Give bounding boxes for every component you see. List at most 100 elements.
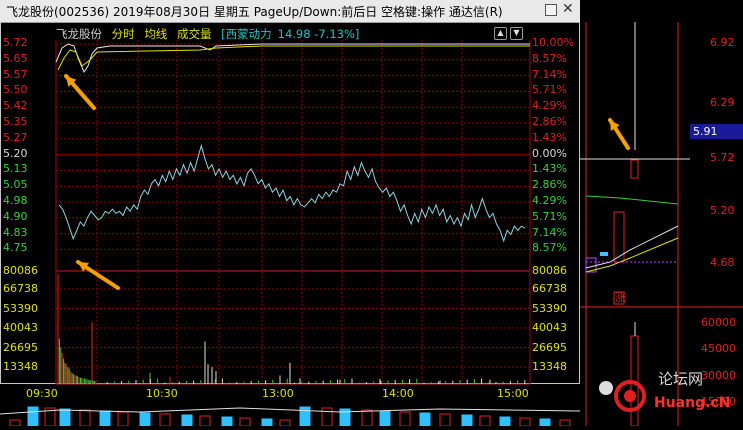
watermark-logo: 论坛网 Huang.cN: [596, 366, 743, 426]
candle: [600, 252, 608, 256]
bottom-volume-bar: [181, 414, 193, 426]
legend-ximeng-value: 14.98 -7.13%]: [277, 27, 360, 41]
bottom-volume-bar: [479, 415, 491, 426]
price-tick-label: 5.65: [3, 51, 28, 65]
kline-price-label: 6.92: [710, 36, 735, 49]
pct-tick-label: 7.14%: [532, 225, 567, 239]
time-tick-label: 10:30: [146, 387, 178, 400]
volume-tick-label: 40043: [3, 321, 38, 334]
volume-tick-label: 66738: [532, 282, 567, 295]
pct-tick-label: 2.86%: [532, 115, 567, 128]
pct-tick-label: 2.86%: [532, 178, 567, 192]
price-tick-label: 5.42: [3, 99, 28, 113]
time-tick-label: 09:30: [26, 387, 58, 400]
volume-tick-label: 40043: [532, 321, 567, 334]
overlay-line: [55, 43, 530, 74]
kline-current-price: 5.91: [693, 125, 718, 138]
bottom-volume-bar: [239, 417, 251, 426]
volume-tick-label: 53390: [3, 301, 38, 315]
ma-line: [585, 195, 679, 205]
ma-line: [585, 237, 679, 273]
pct-tick-label: 8.57%: [532, 241, 567, 255]
chart-legend: 飞龙股份 分时 均线 成交量 [西蒙动力 14.98 -7.13%]: [56, 26, 365, 42]
pct-tick-label: 4.29%: [532, 194, 567, 207]
pct-tick-label: 10.00%: [532, 36, 574, 49]
price-tick-label: 5.72: [3, 36, 28, 49]
bottom-volume-bar: [539, 418, 551, 426]
time-tick-label: 14:00: [382, 387, 414, 400]
bottom-volume-bar: [9, 419, 21, 426]
volume-tick-label: 13348: [3, 360, 38, 373]
scroll-down-icon[interactable]: ▼: [510, 27, 523, 40]
volume-tick-label: 80086: [3, 264, 38, 277]
price-tick-label: 5.05: [3, 178, 28, 192]
scroll-up-icon[interactable]: ▲: [494, 27, 507, 40]
bottom-volume-bar: [461, 414, 473, 426]
bottom-volume-bar: [519, 417, 531, 426]
legend-junxian[interactable]: 均线: [144, 27, 167, 41]
pct-tick-label: 7.14%: [532, 67, 567, 81]
bottom-volume-bar: [59, 408, 71, 426]
time-tick-label: 15:00: [497, 387, 529, 400]
price-tick-label: 4.98: [3, 194, 28, 207]
candle: [630, 159, 639, 179]
price-tick-label: 5.27: [3, 130, 28, 144]
bottom-volume-bar: [27, 406, 39, 426]
bottom-volume-bar: [139, 412, 151, 426]
restore-button[interactable]: [545, 4, 557, 16]
bottom-volume-bar: [199, 415, 211, 426]
price-tick-label: 4.83: [3, 225, 28, 239]
price-tick-label: 5.50: [3, 83, 28, 97]
close-button[interactable]: ✕: [562, 2, 574, 16]
pct-tick-label: 5.71%: [532, 83, 567, 97]
bottom-volume-bar: [361, 409, 373, 426]
limit-up-text: 涨: [615, 291, 626, 304]
kline-price-label: 6.29: [710, 96, 735, 109]
window-title: 飞龙股份(002536) 2019年08月30日 星期五 PageUp/Down…: [6, 5, 503, 19]
pct-tick-label: 8.57%: [532, 51, 567, 65]
bottom-volume-bar: [439, 413, 451, 426]
bottom-volume-bar: [159, 413, 171, 426]
price-tick-label: 5.20: [3, 146, 28, 160]
bottom-volume-bar: [399, 411, 411, 426]
kline-volume-label: 60000: [701, 316, 736, 329]
price-line: [58, 143, 526, 243]
average-line: [57, 45, 530, 71]
bottom-volume-bar: [299, 406, 311, 426]
price-tick-label: 4.90: [3, 209, 28, 223]
kline-price-label: 4.68: [710, 256, 735, 269]
pct-tick-label: 1.43%: [532, 162, 567, 176]
price-tick-label: 4.75: [3, 241, 28, 255]
bottom-volume-ma: [0, 407, 581, 415]
kline-price-label: 5.20: [710, 204, 735, 217]
pct-tick-label: 5.71%: [532, 209, 567, 223]
legend-stock-name: 飞龙股份: [56, 27, 102, 41]
kline-volume-label: 45000: [701, 342, 736, 355]
kline-price-label: 5.72: [710, 151, 735, 164]
volume-tick-label: 13348: [532, 360, 567, 373]
legend-ximeng: [西蒙动力: [221, 27, 272, 41]
price-tick-label: 5.35: [3, 115, 28, 128]
watermark-text: 论坛网: [658, 370, 704, 388]
time-tick-label: 13:00: [262, 387, 294, 400]
pct-tick-label: 1.43%: [532, 130, 567, 144]
bottom-volume-bar: [279, 419, 291, 426]
price-tick-label: 5.13: [3, 162, 28, 176]
volume-tick-label: 26695: [532, 340, 567, 354]
window-titlebar: 飞龙股份(002536) 2019年08月30日 星期五 PageUp/Down…: [0, 0, 580, 23]
bottom-volume-bar: [379, 410, 391, 426]
volume-tick-label: 66738: [3, 282, 38, 295]
volume-tick-label: 26695: [3, 340, 38, 354]
bottom-volume-bar: [79, 409, 91, 426]
pct-tick-label: 0.00%: [532, 146, 567, 160]
bottom-volume-bar: [321, 407, 333, 426]
watermark-url: Huang.cN: [654, 395, 731, 411]
bottom-volume-bar: [261, 418, 273, 426]
bottom-volume-bar: [99, 410, 111, 426]
legend-volume[interactable]: 成交量: [177, 27, 212, 41]
legend-fenshi[interactable]: 分时: [112, 27, 135, 41]
volume-tick-label: 80086: [532, 264, 567, 277]
bottom-volume-bar: [117, 411, 129, 426]
pct-tick-label: 4.29%: [532, 99, 567, 113]
bottom-volume-bar: [559, 419, 571, 426]
